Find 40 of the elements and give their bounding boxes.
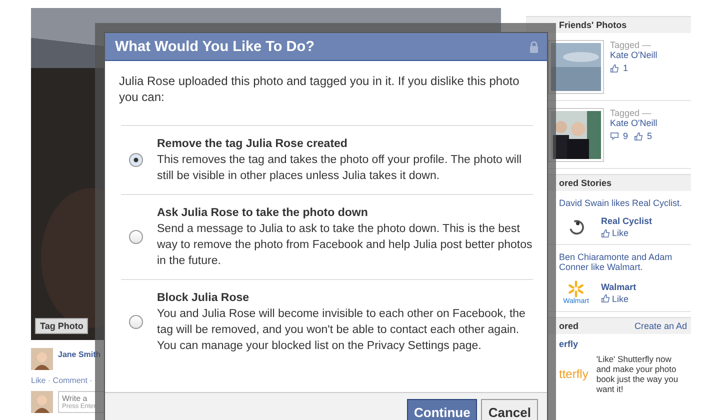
ad-text: 'Like' Shutterfly now and make your photo book just the way you want it!	[596, 354, 680, 394]
option-description: This removes the tag and takes the photo off your profile. The photo will still be visible in other places unless Julia takes it down.	[157, 153, 523, 184]
radio-button[interactable]	[129, 230, 143, 244]
tag-photo-button[interactable]: Tag Photo	[35, 318, 88, 334]
like-button[interactable]: Like	[601, 294, 636, 304]
page-link[interactable]: Real Cyclist	[601, 216, 652, 226]
option-description: You and Julia Rose will become invisible to each other on Facebook, the tag will be removed, and you won't be able to contact each other again. You can manage your blocked list on the Privacy Settings page.	[157, 307, 526, 354]
page-link[interactable]: Walmart	[601, 282, 636, 292]
person-link[interactable]: Kate O'Neill	[610, 50, 658, 60]
dialog-message: Julia Rose uploaded this photo and tagged you in it. If you dislike this photo you can:	[119, 73, 520, 105]
cancel-button[interactable]: Cancel	[481, 399, 538, 420]
comment-count: 9	[623, 131, 628, 141]
option-title: Block Julia Rose	[157, 291, 250, 306]
spark-icon	[567, 280, 585, 298]
radio-button[interactable]	[129, 153, 143, 167]
radio-button[interactable]	[129, 315, 143, 329]
continue-button[interactable]: Continue	[407, 399, 478, 420]
thumbs-up-icon	[601, 228, 610, 238]
avatar-icon	[31, 391, 53, 413]
tagged-caption: Tagged — Kate O'Neill	[610, 108, 658, 128]
lock-icon	[529, 40, 539, 52]
thumbs-up-icon	[601, 294, 610, 303]
story-text[interactable]: David Swain likes Real Cyclist.	[559, 198, 691, 208]
thumbs-up-icon	[634, 132, 644, 140]
tagged-caption: Tagged — Kate O'Neill	[610, 40, 658, 60]
like-button[interactable]: Like	[601, 228, 652, 238]
option-title: Remove the tag Julia Rose created	[157, 137, 348, 152]
like-count: 5	[647, 131, 652, 141]
avatar-icon	[31, 348, 53, 370]
cyclist-logo-icon	[567, 218, 585, 236]
option-title: Ask Julia Rose to take the photo down	[157, 206, 369, 221]
dialog-title: What Would You Like To Do?	[115, 38, 314, 54]
create-ad-link[interactable]: Create an Ad	[634, 321, 687, 331]
story-text[interactable]: Ben Chiaramonte and Adam Conner like Walmart.	[559, 252, 691, 272]
thumbs-up-icon	[610, 64, 619, 72]
person-link[interactable]: Kate O'Neill	[610, 118, 658, 128]
like-count: 1	[623, 63, 628, 73]
comment-icon	[610, 132, 619, 140]
logo-text: tterfly	[558, 367, 588, 381]
option-description: Send a message to Julia to ask to take the photo down. This is the best way to remove the photo from Facebook and help Julia post better photos in the future.	[157, 222, 533, 269]
